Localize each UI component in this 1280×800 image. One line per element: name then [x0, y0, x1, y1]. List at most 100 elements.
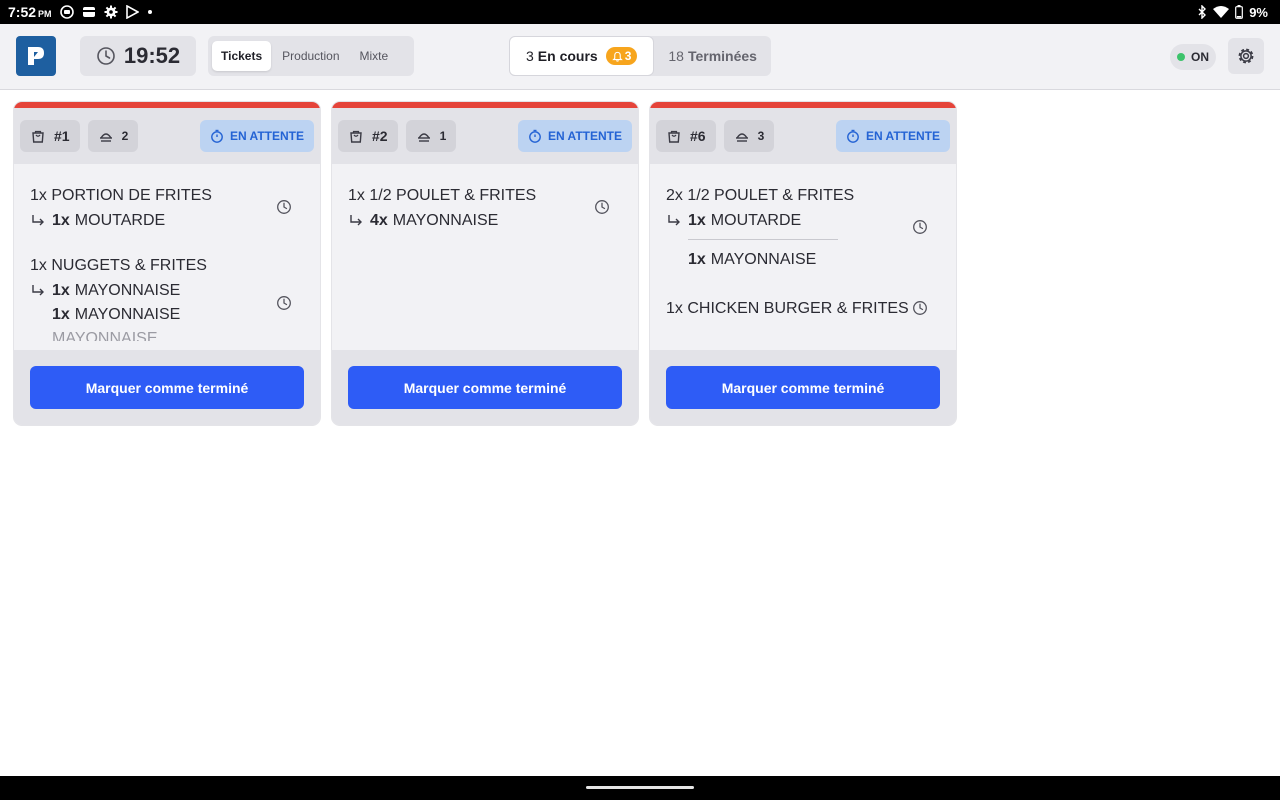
bell-icon	[611, 51, 623, 62]
item-title: 1x PORTION DE FRITES	[30, 187, 212, 204]
online-indicator	[1177, 53, 1185, 61]
order-number-chip: #1	[20, 120, 80, 152]
dish-icon	[735, 133, 748, 142]
app-notification-icon	[59, 5, 74, 19]
settings-notification-icon	[104, 5, 118, 19]
covers-count: 2	[121, 129, 129, 143]
clock-time: 19:52	[123, 43, 181, 68]
timer-icon	[529, 129, 541, 143]
dish-icon	[417, 133, 430, 142]
status-badge: EN ATTENTE	[518, 120, 632, 152]
mark-done-button[interactable]: Marquer comme terminé	[30, 366, 304, 409]
status-label: EN ATTENTE	[866, 129, 940, 143]
status-label: EN ATTENTE	[230, 129, 304, 143]
tab-in-progress[interactable]: 3 En cours 3	[509, 36, 655, 76]
bluetooth-icon	[1197, 5, 1207, 19]
modifier-qty: 1x	[52, 306, 70, 323]
app-logo[interactable]	[16, 36, 56, 76]
overflow-modifier: MAYONNAISE	[52, 330, 158, 341]
status-bar: 7:52 PM 9%	[0, 0, 1280, 24]
tab-mixte[interactable]: Mixte	[351, 41, 398, 71]
status-label: EN ATTENTE	[548, 129, 622, 143]
status-badge: EN ATTENTE	[200, 120, 314, 152]
modifier-row: 1x MAYONNAISE	[666, 248, 940, 272]
clock-icon	[594, 199, 610, 220]
modifier-divider	[688, 239, 838, 240]
return-arrow-icon	[348, 214, 370, 228]
navigation-bar	[0, 776, 1280, 800]
logo-icon	[28, 47, 44, 65]
item-title: 2x 1/2 POULET & FRITES	[666, 187, 855, 204]
clock-icon	[276, 199, 292, 220]
alert-count: 3	[624, 49, 632, 63]
status-time: 7:52	[8, 4, 37, 20]
ticket-header: #6 3 EN ATTENTE	[650, 108, 956, 164]
done-count: 18	[668, 48, 684, 64]
clock-icon	[912, 219, 928, 240]
tab-production[interactable]: Production	[273, 41, 348, 71]
order-item[interactable]: 1x NUGGETS & FRITES 1x MAYONNAISE 1x MAY…	[30, 253, 304, 341]
order-number-chip: #6	[656, 120, 716, 152]
ticket-card: #1 2 EN ATTENTE 1x PORTION DE FRITES 1x …	[14, 102, 320, 425]
play-store-icon	[125, 5, 139, 19]
dot-icon	[147, 9, 153, 15]
gear-icon	[1238, 48, 1254, 64]
covers-chip: 1	[405, 120, 457, 152]
online-toggle[interactable]: ON	[1170, 44, 1216, 70]
order-item[interactable]: 2x 1/2 POULET & FRITES 1x MOUTARDE 1x MA…	[666, 183, 940, 272]
battery-level: 9%	[1249, 4, 1268, 20]
tab-done[interactable]: 18 Terminées	[654, 36, 771, 76]
modifier-name: MAYONNAISE	[392, 212, 499, 229]
done-label: Terminées	[687, 48, 757, 64]
item-title: 1x 1/2 POULET & FRITES	[348, 187, 537, 204]
alert-badge: 3	[605, 47, 638, 65]
online-label: ON	[1191, 50, 1209, 64]
item-title: 1x NUGGETS & FRITES	[30, 257, 207, 274]
order-number: #6	[690, 128, 706, 144]
timer-icon	[211, 129, 223, 143]
ticket-card: #2 1 EN ATTENTE 1x 1/2 POULET & FRITES 4…	[332, 102, 638, 425]
bag-icon	[32, 130, 44, 143]
mark-done-button[interactable]: Marquer comme terminé	[666, 366, 940, 409]
bag-icon	[350, 130, 362, 143]
order-number: #2	[372, 128, 388, 144]
return-arrow-icon	[30, 214, 52, 228]
clock-display: 19:52	[80, 36, 196, 76]
in-progress-count: 3	[526, 48, 534, 64]
card-notification-icon	[82, 6, 96, 18]
modifier-name: MOUTARDE	[710, 212, 802, 229]
modifier-qty: 1x	[52, 212, 70, 229]
covers-count: 3	[757, 129, 765, 143]
ticket-footer: Marquer comme terminé	[650, 350, 956, 425]
covers-chip: 2	[87, 120, 139, 152]
in-progress-label: En cours	[537, 48, 598, 64]
return-arrow-icon	[30, 284, 52, 298]
view-switcher: Tickets Production Mixte	[208, 36, 414, 76]
return-arrow-icon	[666, 214, 688, 228]
modifier-qty: 1x	[52, 282, 70, 299]
order-number: #1	[54, 128, 70, 144]
mark-done-button[interactable]: Marquer comme terminé	[348, 366, 622, 409]
app-header: 19:52 Tickets Production Mixte 3 En cour…	[0, 24, 1280, 90]
home-gesture-handle[interactable]	[586, 786, 694, 789]
timer-icon	[847, 129, 859, 143]
ticket-items: 1x 1/2 POULET & FRITES 4x MAYONNAISE	[332, 164, 638, 350]
clock-icon	[97, 47, 115, 65]
covers-chip: 3	[723, 120, 775, 152]
battery-icon	[1235, 5, 1244, 19]
item-title: 1x CHICKEN BURGER & FRITES	[666, 300, 909, 317]
order-item[interactable]: 1x 1/2 POULET & FRITES 4x MAYONNAISE	[348, 183, 622, 233]
clock-icon	[912, 300, 928, 321]
dish-icon	[99, 133, 112, 142]
ticket-items: 2x 1/2 POULET & FRITES 1x MOUTARDE 1x MA…	[650, 164, 956, 350]
bag-icon	[668, 130, 680, 143]
tab-tickets[interactable]: Tickets	[212, 41, 272, 71]
modifier-name: MAYONNAISE	[710, 251, 817, 268]
covers-count: 1	[439, 129, 447, 143]
order-item[interactable]: 1x PORTION DE FRITES 1x MOUTARDE	[30, 183, 304, 233]
order-item[interactable]: 1x CHICKEN BURGER & FRITES	[666, 296, 940, 322]
modifier-row: 4x MAYONNAISE	[348, 209, 622, 233]
settings-button[interactable]	[1228, 38, 1264, 74]
modifier-row: 1x MAYONNAISE	[30, 279, 304, 303]
ticket-card: #6 3 EN ATTENTE 2x 1/2 POULET & FRITES 1…	[650, 102, 956, 425]
